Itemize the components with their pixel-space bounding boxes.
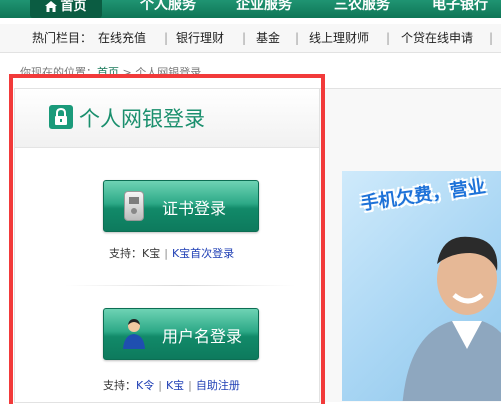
hot-link-loan[interactable]: 个贷在线申请 (401, 24, 473, 52)
top-nav: 首页 个人服务 企业服务 三农服务 电子银行 (0, 0, 501, 18)
hot-link-recharge[interactable]: 在线充值 (98, 24, 146, 52)
hot-link-advisor[interactable]: 线上理财师 (309, 24, 369, 52)
hot-separator: | (489, 31, 494, 45)
promo-banner[interactable]: 手机欠费，营业 (342, 171, 501, 401)
home-icon (45, 1, 58, 12)
hot-link-fund[interactable]: 基金 (256, 24, 280, 52)
highlight-box (9, 74, 325, 404)
nav-home-label: 首页 (60, 0, 87, 14)
hot-separator: | (295, 31, 300, 45)
nav-home[interactable]: 首页 (30, 0, 102, 18)
hot-separator: | (386, 31, 391, 45)
hot-separator: | (242, 31, 247, 45)
hot-bar: 热门栏目： 在线充值 | 银行理财 | 基金 | 线上理财师 | 个贷在线申请 … (0, 24, 501, 53)
nav-personal[interactable]: 个人服务 (140, 0, 196, 18)
hot-link-wealth[interactable]: 银行理财 (176, 24, 224, 52)
nav-agriculture[interactable]: 三农服务 (334, 0, 390, 18)
hot-bar-label: 热门栏目： (32, 31, 93, 45)
hot-separator: | (164, 31, 169, 45)
nav-enterprise[interactable]: 企业服务 (236, 0, 292, 18)
nav-ebank[interactable]: 电子银行 (432, 0, 488, 18)
person-photo (402, 236, 501, 401)
